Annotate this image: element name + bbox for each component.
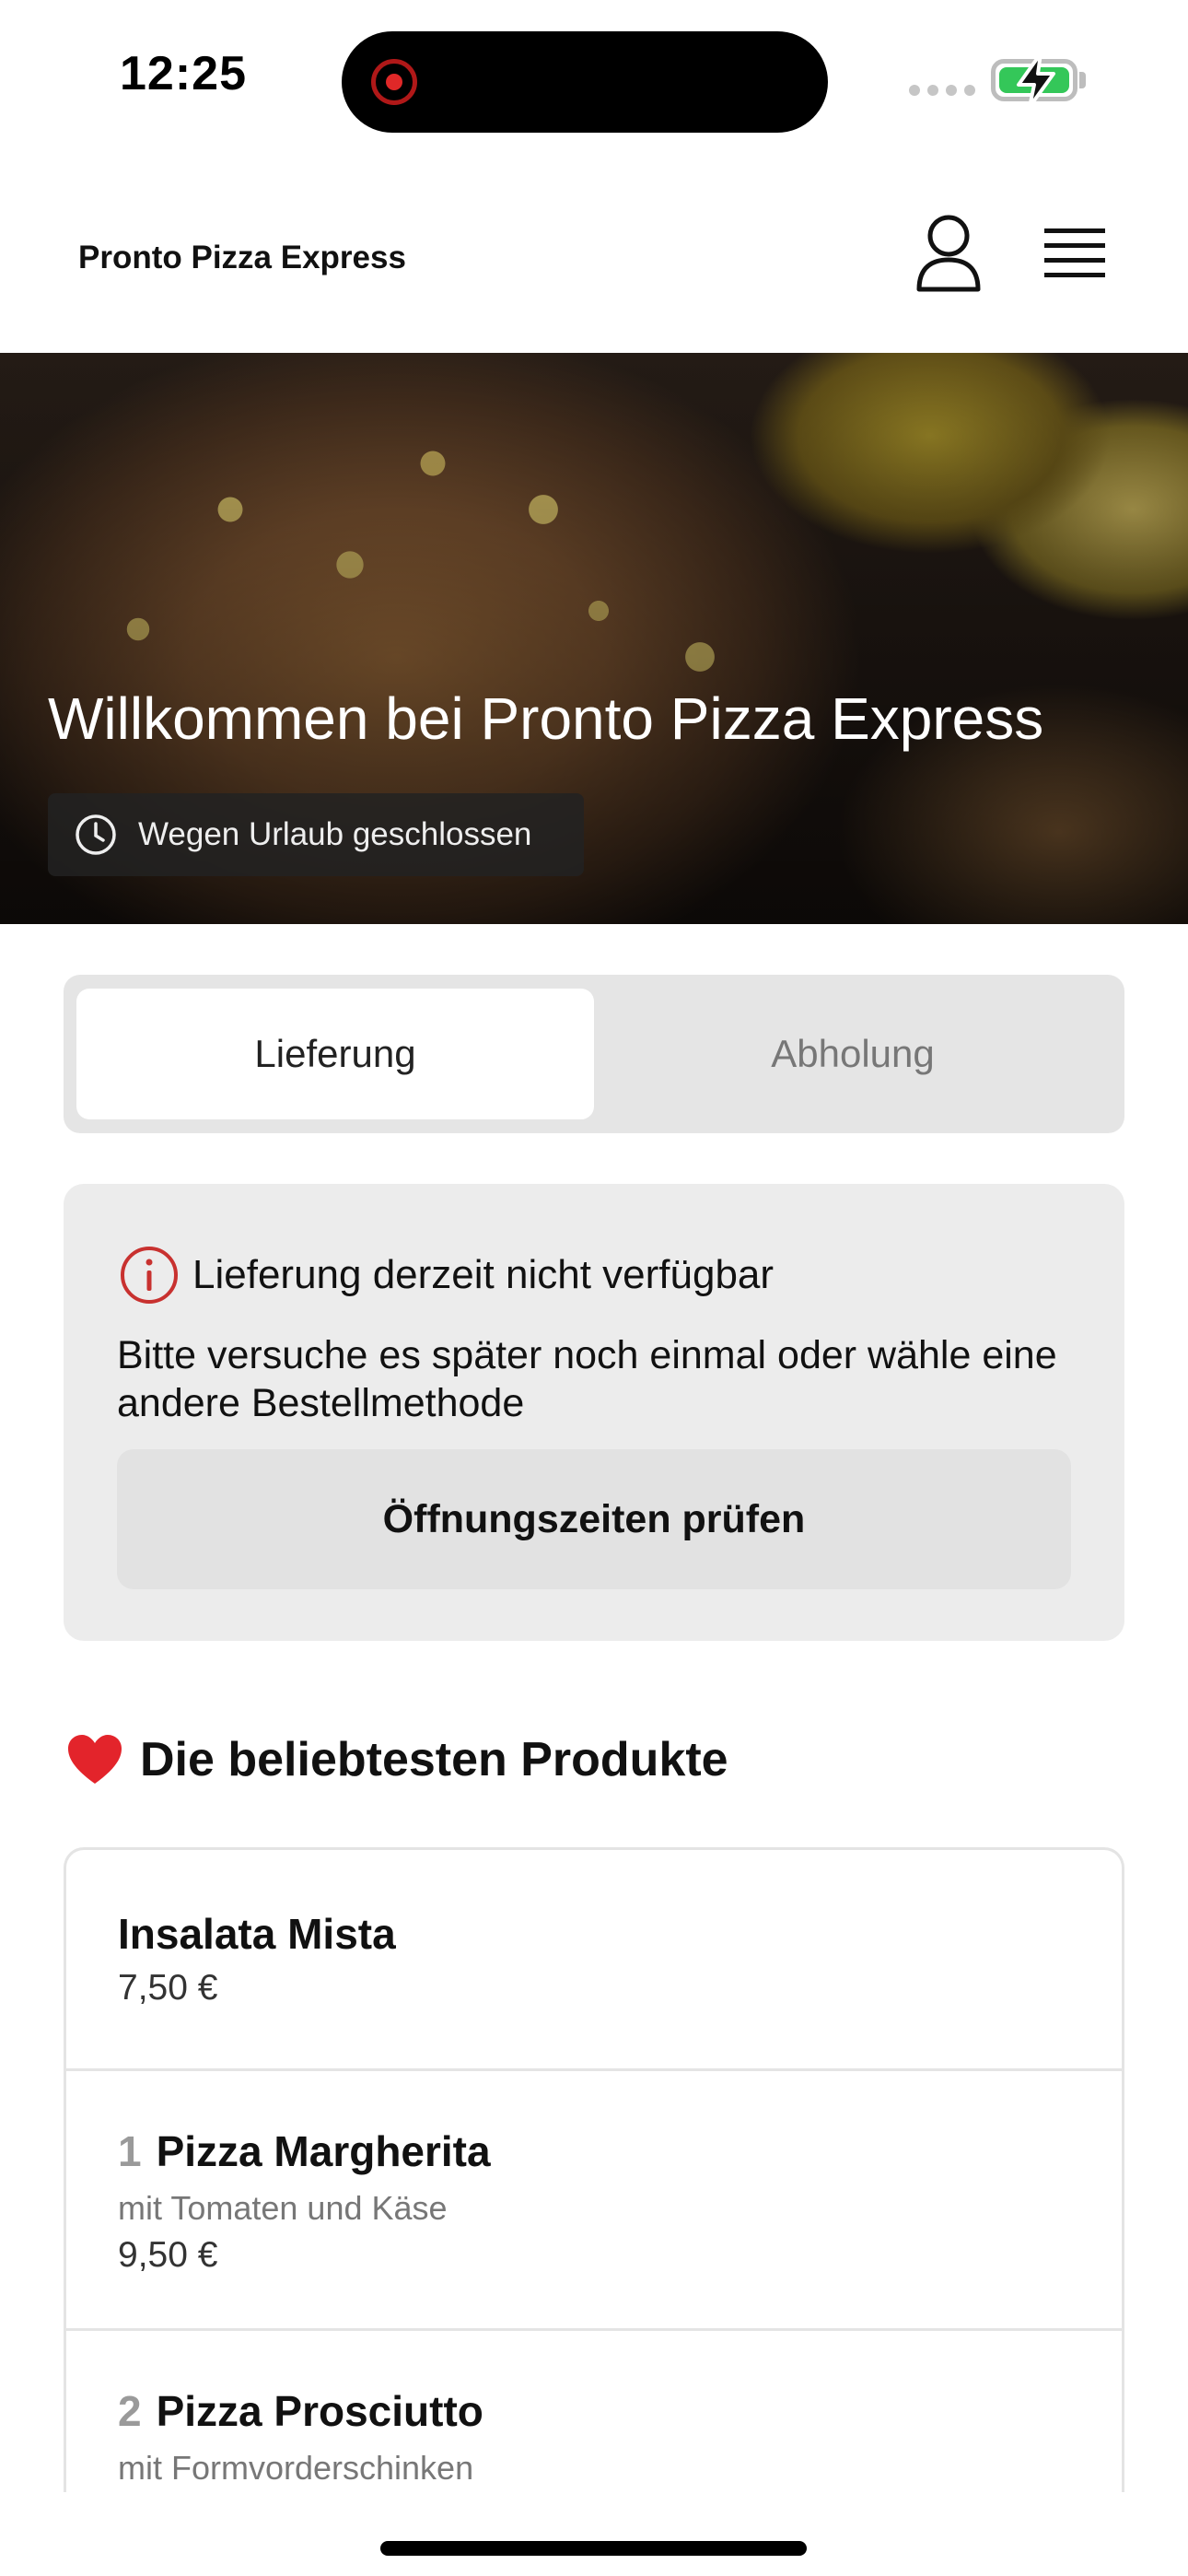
- info-alert-icon: [121, 1247, 178, 1304]
- store-status-text: Wegen Urlaub geschlossen: [138, 816, 532, 852]
- popular-products-title: Die beliebtesten Produkte: [140, 1733, 728, 1786]
- popular-products-header: Die beliebtesten Produkte: [66, 1732, 728, 1787]
- delivery-unavailable-notice: Lieferung derzeit nicht verfügbar Bitte …: [64, 1184, 1124, 1641]
- product-name: Insalata Mista: [118, 1910, 396, 1958]
- list-item[interactable]: 2 Pizza Prosciutto mit Formvorderschinken: [66, 2331, 1122, 2492]
- status-bar: 12:25: [0, 0, 1188, 157]
- dynamic-island: [342, 31, 828, 133]
- menu-icon[interactable]: [1041, 223, 1109, 284]
- product-description: mit Formvorderschinken: [118, 2449, 474, 2487]
- notice-body: Bitte versuche es später noch einmal ode…: [117, 1333, 1057, 1425]
- battery-cap: [1079, 72, 1086, 88]
- list-item[interactable]: Insalata Mista 7,50 €: [66, 1850, 1122, 2071]
- list-item[interactable]: 1 Pizza Margherita mit Tomaten und Käse 9…: [66, 2071, 1122, 2331]
- product-name: Pizza Prosciutto: [156, 2387, 483, 2435]
- notice-header: Lieferung derzeit nicht verfügbar: [119, 1245, 774, 1306]
- clock-icon: [76, 814, 116, 855]
- charging-bolt-icon: [1017, 52, 1055, 109]
- heart-icon: [68, 1735, 122, 1784]
- store-status-badge: Wegen Urlaub geschlossen: [48, 793, 584, 876]
- hero-banner: Willkommen bei Pronto Pizza Express Wege…: [0, 353, 1188, 924]
- notice-title: Lieferung derzeit nicht verfügbar: [192, 1252, 775, 1297]
- product-title: 2 Pizza Prosciutto: [118, 2386, 483, 2436]
- cellular-signal-icon: [909, 85, 975, 96]
- product-number: 1: [118, 2127, 142, 2175]
- product-list: Insalata Mista 7,50 € 1 Pizza Margherita …: [64, 1847, 1124, 2492]
- product-description: mit Tomaten und Käse: [118, 2189, 448, 2227]
- user-icon[interactable]: [912, 212, 985, 295]
- status-time: 12:25: [120, 47, 247, 100]
- app-header: Pronto Pizza Express: [0, 157, 1188, 353]
- product-title: 1 Pizza Margherita: [118, 2126, 491, 2176]
- tab-pickup[interactable]: Abholung: [594, 989, 1112, 1119]
- brand-title[interactable]: Pronto Pizza Express: [78, 240, 406, 276]
- product-price: 7,50 €: [118, 1968, 218, 2008]
- hero-title: Willkommen bei Pronto Pizza Express: [48, 685, 1044, 752]
- product-name: Pizza Margherita: [156, 2127, 491, 2175]
- tab-delivery[interactable]: Lieferung: [76, 989, 594, 1119]
- product-number: 2: [118, 2387, 142, 2435]
- order-mode-toggle: Lieferung Abholung: [64, 975, 1124, 1133]
- product-price: 9,50 €: [118, 2235, 218, 2275]
- recording-indicator-icon: [371, 59, 417, 105]
- home-indicator[interactable]: [380, 2541, 807, 2556]
- check-opening-hours-button[interactable]: Öffnungszeiten prüfen: [117, 1449, 1071, 1589]
